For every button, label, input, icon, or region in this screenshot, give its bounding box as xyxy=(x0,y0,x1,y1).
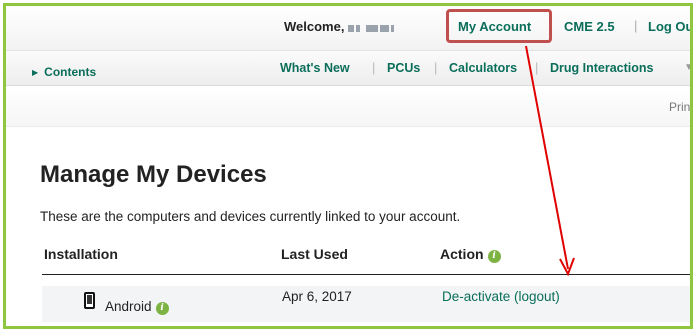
nav-whats-new[interactable]: What's New xyxy=(280,61,350,75)
redacted-username xyxy=(348,20,396,35)
page-title: Manage My Devices xyxy=(40,161,267,188)
nav-drug-interactions[interactable]: Drug Interactions xyxy=(550,61,654,75)
cme-link[interactable]: CME 2.5 xyxy=(564,19,615,34)
nav-calculators[interactable]: Calculators xyxy=(449,61,517,75)
column-header-action: Action i xyxy=(440,246,501,263)
info-icon[interactable]: i xyxy=(487,250,501,263)
logout-link[interactable]: Log Out xyxy=(648,19,690,34)
last-used-value: Apr 6, 2017 xyxy=(282,289,352,304)
column-header-last-used: Last Used xyxy=(281,246,348,262)
deactivate-logout-link[interactable]: De-activate (logout) xyxy=(442,289,560,304)
triangle-right-icon: ▶ xyxy=(32,68,39,77)
nav-pcus[interactable]: PCUs xyxy=(387,61,420,75)
contents-toggle[interactable]: ▶ Contents xyxy=(32,65,96,79)
table-header-divider xyxy=(42,274,690,275)
print-link[interactable]: Print xyxy=(669,100,690,114)
page-frame: Welcome, My Account CME 2.5 | Log Out ▶ C… xyxy=(3,3,693,329)
column-header-installation: Installation xyxy=(44,246,118,262)
page-description: These are the computers and devices curr… xyxy=(40,209,461,224)
contents-label: Contents xyxy=(44,65,97,79)
utility-bar: Print xyxy=(6,86,690,127)
welcome-message: Welcome, xyxy=(284,19,396,35)
my-account-link[interactable]: My Account xyxy=(458,19,531,34)
info-icon[interactable]: i xyxy=(155,302,169,315)
welcome-label: Welcome, xyxy=(284,19,345,34)
nav-separator: | xyxy=(434,60,438,75)
nav-separator: | xyxy=(535,60,539,75)
mobile-phone-icon xyxy=(84,292,95,309)
chevron-down-icon[interactable]: ▼ xyxy=(684,62,690,73)
my-account-highlight[interactable]: My Account xyxy=(446,9,552,43)
top-bar: Welcome, My Account CME 2.5 | Log Out xyxy=(6,6,690,51)
nav-separator: | xyxy=(372,60,376,75)
top-separator: | xyxy=(634,18,638,33)
table-row: Android i Apr 6, 2017 De-activate (logout… xyxy=(42,286,690,322)
nav-bar: ▶ Contents What's New | PCUs | Calculator… xyxy=(6,51,690,86)
device-name: Android i xyxy=(105,299,169,315)
